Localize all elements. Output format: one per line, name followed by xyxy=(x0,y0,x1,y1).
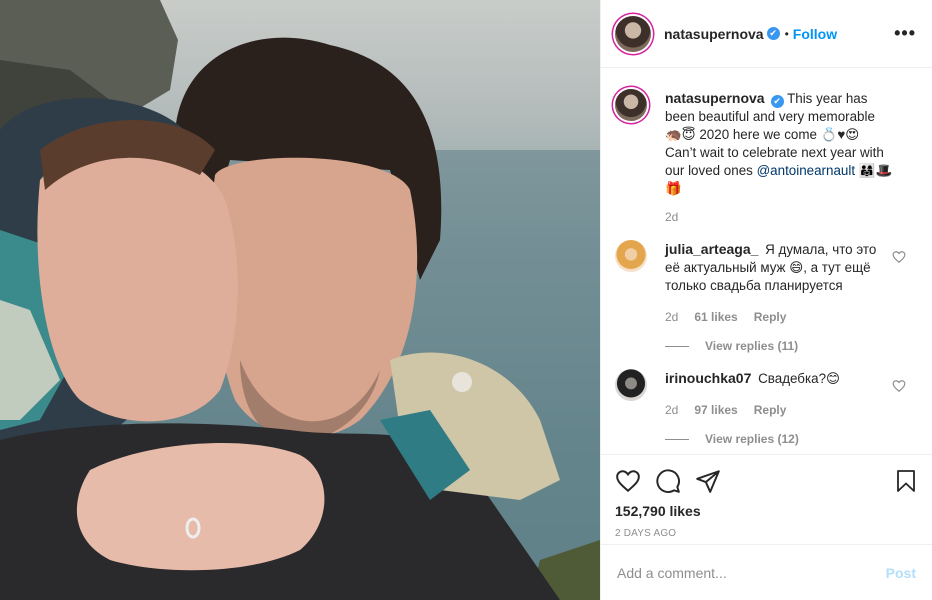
photo-illustration xyxy=(0,0,600,600)
separator-dot: • xyxy=(784,26,789,41)
caption-body: natasupernova ✔ This year has been beauti… xyxy=(665,89,893,226)
replies-divider xyxy=(665,438,689,440)
add-comment-bar: Post xyxy=(601,544,932,600)
heart-icon[interactable] xyxy=(615,468,641,494)
author-names: natasupernova ✔ • Follow xyxy=(664,26,837,42)
replies-divider xyxy=(665,345,689,347)
comment-item: irinouchka07 Свадебка?😊 2d 97 likes Repl… xyxy=(615,369,916,448)
action-icons xyxy=(615,461,918,501)
comment-meta: 2d 61 likes Reply xyxy=(665,308,893,326)
post-photo[interactable] xyxy=(0,0,600,600)
caption-mention-link[interactable]: @antoinearnault xyxy=(757,163,855,178)
caption-username[interactable]: natasupernova xyxy=(665,90,765,106)
add-comment-input[interactable] xyxy=(617,564,886,581)
author-username[interactable]: natasupernova xyxy=(664,26,764,42)
comment-body: irinouchka07 Свадебка?😊 2d 97 likes Repl… xyxy=(665,369,893,448)
comment-item: julia_arteaga_ Я думала, что это её акту… xyxy=(615,240,916,355)
commenter-avatar[interactable] xyxy=(615,240,647,272)
share-icon[interactable] xyxy=(695,468,721,494)
post-time-ago[interactable]: 2 DAYS AGO xyxy=(615,528,918,539)
author-avatar[interactable] xyxy=(615,15,651,52)
verified-icon: ✔ xyxy=(766,27,780,40)
reply-button[interactable]: Reply xyxy=(754,308,787,326)
more-options-icon[interactable]: ••• xyxy=(894,23,916,44)
reply-button[interactable]: Reply xyxy=(754,401,787,419)
commenter-username[interactable]: julia_arteaga_ xyxy=(665,241,758,257)
comment-text: Свадебка?😊 xyxy=(758,371,840,386)
view-replies-label: View replies (12) xyxy=(705,432,799,446)
post-header: natasupernova ✔ • Follow ••• xyxy=(601,0,932,68)
caption-meta: 2d xyxy=(665,208,893,226)
comment-meta: 2d 97 likes Reply xyxy=(665,401,893,419)
comment-likes[interactable]: 97 likes xyxy=(694,401,737,419)
bookmark-icon[interactable] xyxy=(894,468,918,494)
commenter-avatar[interactable] xyxy=(615,369,647,401)
comment-likes[interactable]: 61 likes xyxy=(694,308,737,326)
comment-like-heart-icon[interactable] xyxy=(892,250,906,264)
post-actions: 152,790 likes 2 DAYS AGO xyxy=(601,454,932,539)
follow-button[interactable]: Follow xyxy=(793,26,837,42)
caption-age[interactable]: 2d xyxy=(665,208,678,226)
view-replies-button[interactable]: View replies (12) xyxy=(665,430,893,448)
comment-like-heart-icon[interactable] xyxy=(892,379,906,393)
commenter-username[interactable]: irinouchka07 xyxy=(665,370,751,386)
verified-icon: ✔ xyxy=(770,95,784,108)
view-replies-label: View replies (11) xyxy=(705,339,799,353)
comment-body: julia_arteaga_ Я думала, что это её акту… xyxy=(665,240,893,355)
comment-age[interactable]: 2d xyxy=(665,401,678,419)
comments-list[interactable]: natasupernova ✔ This year has been beauti… xyxy=(601,69,932,449)
caption-avatar[interactable] xyxy=(615,89,647,121)
comment-icon[interactable] xyxy=(655,468,681,494)
view-replies-button[interactable]: View replies (11) xyxy=(665,337,893,355)
likes-count[interactable]: 152,790 likes xyxy=(615,503,918,519)
post-side-panel: natasupernova ✔ • Follow ••• natasuperno… xyxy=(600,0,932,600)
caption-row: natasupernova ✔ This year has been beauti… xyxy=(615,89,916,226)
post-comment-button[interactable]: Post xyxy=(886,565,916,581)
comment-age[interactable]: 2d xyxy=(665,308,678,326)
